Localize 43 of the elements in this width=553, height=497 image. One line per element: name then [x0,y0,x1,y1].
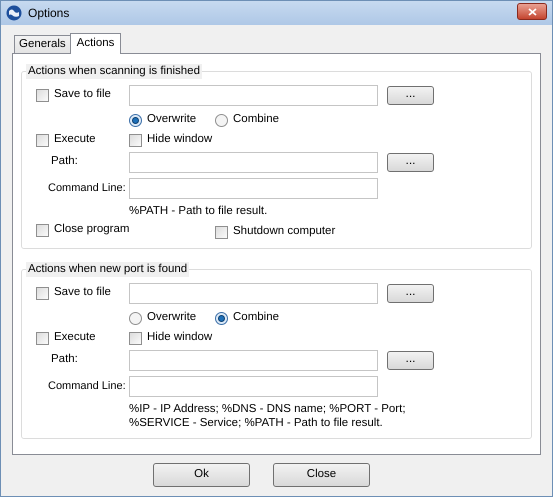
command-line-field[interactable] [129,178,378,198]
path-label: Path: [50,154,79,170]
path-label: Path: [50,352,79,368]
browse-button[interactable]: ... [387,284,434,302]
close-button[interactable] [517,3,547,20]
globe-icon [6,5,22,21]
group-title: Actions when new port is found [26,262,190,277]
radio-button[interactable] [129,312,142,324]
path-field[interactable] [129,152,378,172]
radio-button[interactable] [215,312,228,324]
radio-button[interactable] [215,114,228,126]
hint-text: %SERVICE - Service; %PATH - Path to file result. [129,416,384,430]
radio-label[interactable]: Overwrite [147,111,196,129]
dialog-button[interactable]: Close [273,463,370,487]
checkbox[interactable]: Execute [36,330,129,346]
hint-text: %IP - IP Address; %DNS - DNS name; %PORT - Port; [129,402,407,416]
checkbox[interactable]: Shutdown computer [215,224,336,240]
hint-text: %PATH - Path to file result. [129,204,268,218]
command-line-label: Command Line: [47,180,127,196]
checkbox[interactable]: Hide window [129,132,212,148]
browse-button[interactable]: ... [387,86,434,104]
radio-button[interactable] [129,114,142,126]
dialog-button[interactable]: Ok [153,463,250,487]
checkbox[interactable]: Close program [36,222,215,238]
tab[interactable]: Actions [70,33,122,54]
command-line-label: Command Line: [47,378,127,394]
tab[interactable]: Generals [14,35,70,53]
checkbox[interactable]: Execute [36,132,129,148]
radio-label[interactable]: Combine [233,111,280,129]
checkbox[interactable]: Hide window [129,330,212,346]
radio-label[interactable]: Combine [233,309,280,327]
group-title: Actions when scanning is finished [26,64,202,79]
command-line-field[interactable] [129,376,378,396]
radio-label[interactable]: Overwrite [147,309,196,327]
checkbox[interactable]: Save to file [36,285,129,301]
checkbox[interactable]: Save to file [36,87,129,103]
path-field[interactable] [129,350,378,370]
browse-button[interactable]: ... [387,350,434,370]
browse-button[interactable]: ... [387,152,434,172]
window-title: Options [28,5,70,22]
file-path-field[interactable] [129,282,378,304]
file-path-field[interactable] [129,84,378,106]
close-icon [528,8,536,16]
